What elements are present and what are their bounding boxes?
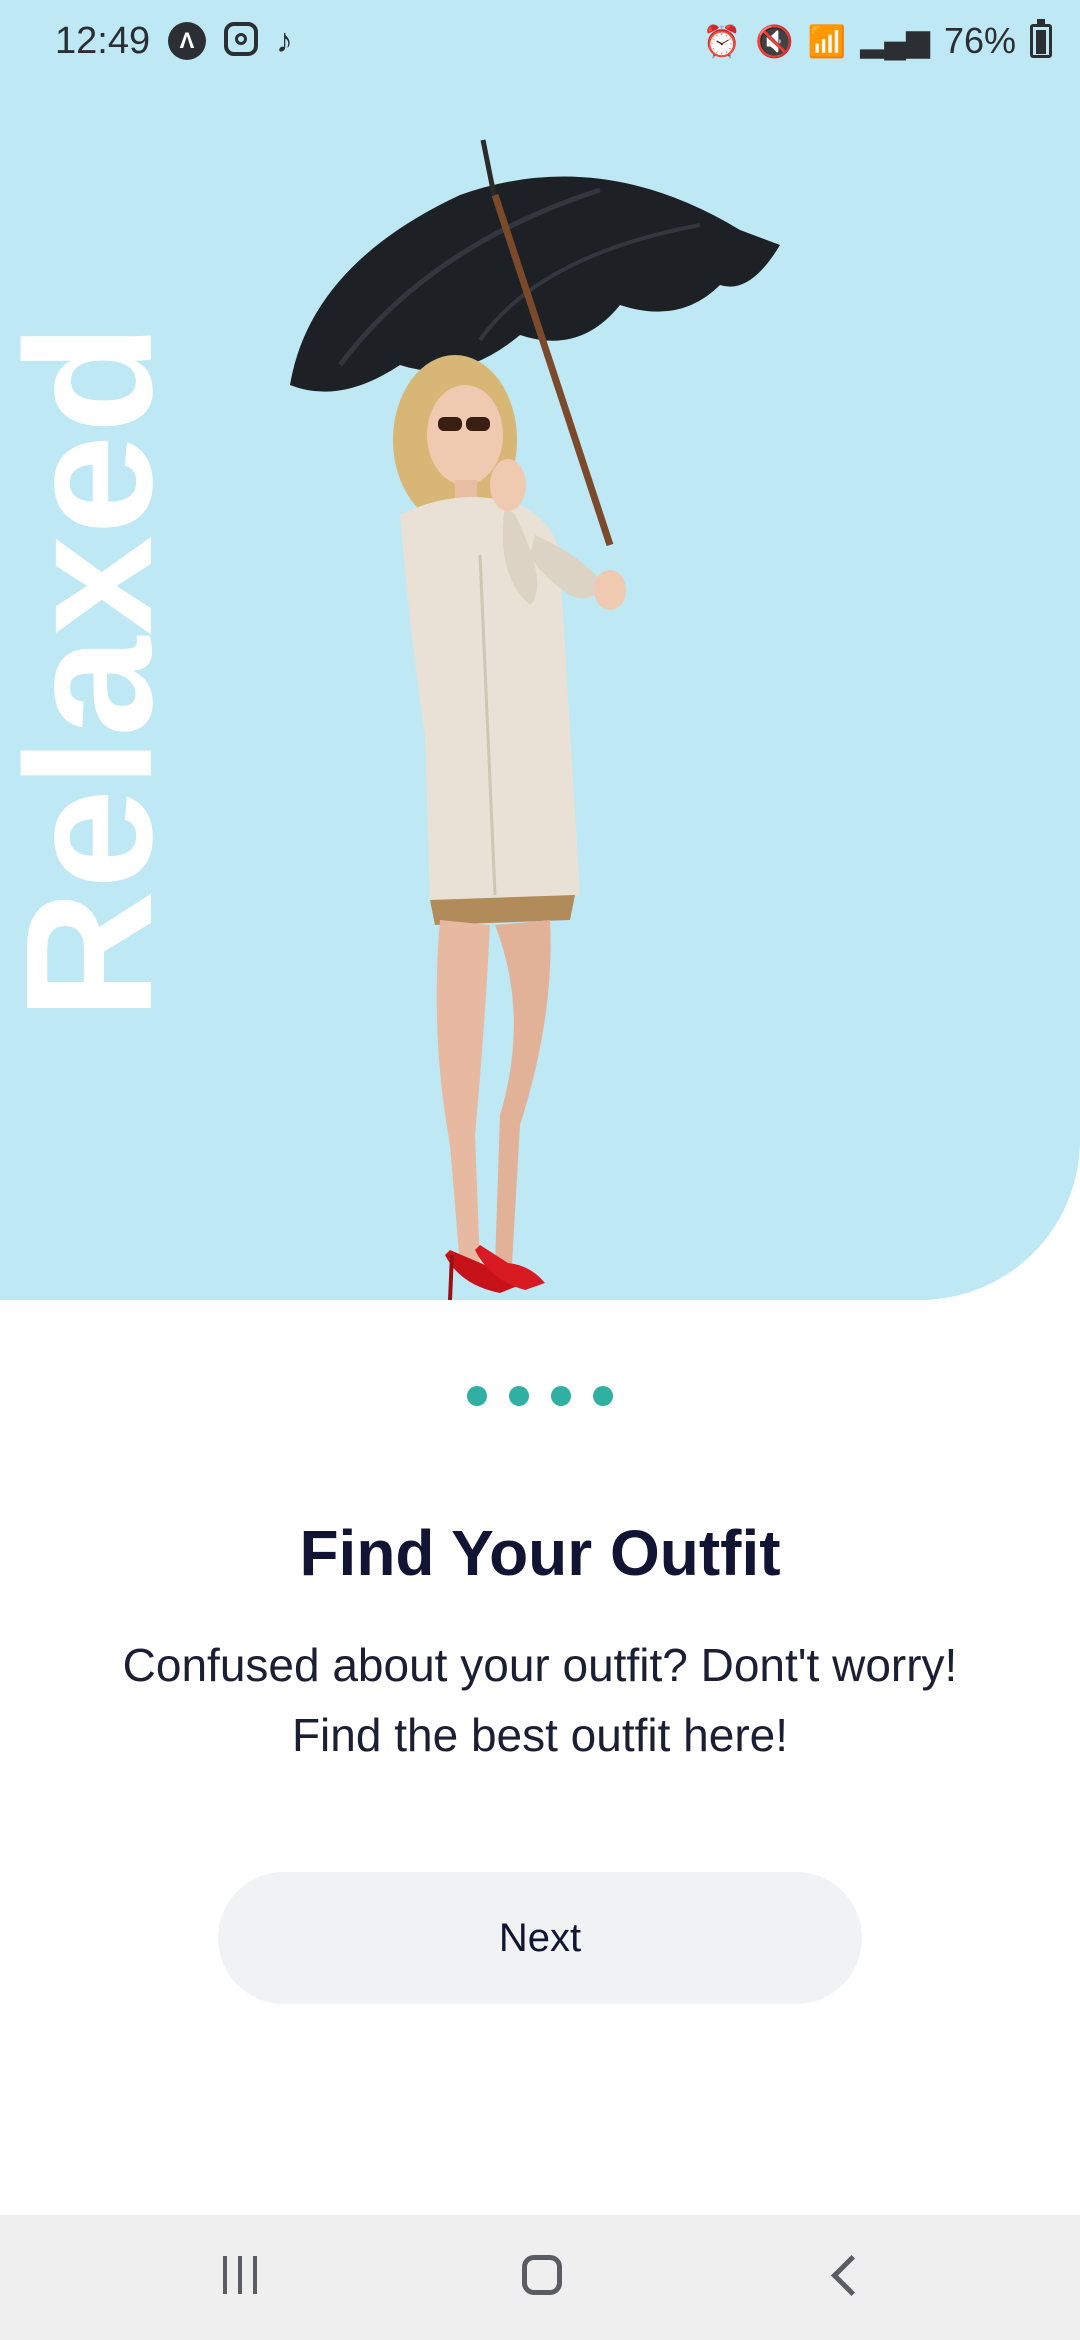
back-arrow-icon: [830, 2254, 872, 2296]
alarm-icon: ⏰: [702, 23, 742, 59]
recent-apps-icon: [223, 2256, 257, 2294]
status-left-icons: Λ ♪: [168, 22, 293, 60]
battery-percentage: 76%: [943, 20, 1016, 61]
page-dot[interactable]: [593, 1386, 613, 1406]
page-dot[interactable]: [467, 1386, 487, 1406]
battery-icon: [1030, 19, 1052, 58]
onboarding-title: Find Your Outfit: [299, 1517, 781, 1589]
page-dot[interactable]: [509, 1386, 529, 1406]
onboarding-page-indicator: [0, 1386, 1080, 1406]
hero-vertical-word: Relaxed: [0, 322, 190, 1020]
page-dot[interactable]: [551, 1386, 571, 1406]
status-right-icons: ⏰ 🔇 📶 ▂▄▆ 76%: [702, 19, 1052, 62]
system-navigation-bar: [0, 2215, 1080, 2340]
home-button[interactable]: [502, 2245, 582, 2305]
back-button[interactable]: [806, 2245, 886, 2305]
music-note-icon: ♪: [276, 22, 293, 60]
a-letter-icon: Λ: [168, 22, 206, 60]
recent-apps-button[interactable]: [200, 2245, 280, 2305]
mute-icon: 🔇: [755, 23, 794, 59]
next-button[interactable]: Next: [218, 1872, 862, 2004]
status-time: 12:49: [55, 20, 151, 62]
instagram-icon: [224, 22, 258, 56]
home-icon: [522, 2255, 562, 2295]
wifi-icon: 📶: [807, 23, 847, 59]
status-bar: 12:49 Λ ♪ ⏰ 🔇 📶 ▂▄▆ 76%: [0, 0, 1080, 86]
onboarding-description: Confused about your outfit? Dont't worry…: [122, 1639, 958, 1761]
hero-woman-with-umbrella-image: [290, 139, 780, 1301]
signal-icon: ▂▄▆: [860, 23, 930, 58]
